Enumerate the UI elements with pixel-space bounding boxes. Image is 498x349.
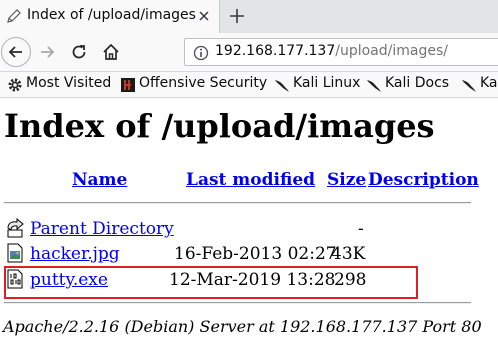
bookmark-label: Most Visited <box>26 75 112 91</box>
navigation-toolbar: 192.168.177.137/upload/images/ <box>0 33 498 72</box>
bookmark-label: Offensive Security <box>139 75 268 91</box>
page-content: Index of /upload/images Name Last modifi… <box>0 98 498 349</box>
gear-icon <box>8 78 22 92</box>
close-tab-icon[interactable] <box>196 8 212 24</box>
url-host: 192.168.177.137 <box>215 43 336 59</box>
divider <box>4 302 471 304</box>
url-bar[interactable]: 192.168.177.137/upload/images/ <box>184 38 498 66</box>
bookmarks-toolbar: Most Visited Offensive Security Kali Lin… <box>0 72 498 98</box>
pencil-icon <box>7 9 21 23</box>
back-arrow-icon <box>8 46 22 58</box>
image-file-icon <box>7 243 23 263</box>
file-link-hacker-jpg[interactable]: hacker.jpg <box>30 244 120 264</box>
column-header-name[interactable]: Name <box>72 170 127 190</box>
new-tab-icon[interactable] <box>228 7 246 25</box>
file-link-parent-directory[interactable]: Parent Directory <box>30 219 174 239</box>
column-header-description[interactable]: Description <box>368 170 479 190</box>
server-signature: Apache/2.2.16 (Debian) Server at 192.168… <box>3 317 482 336</box>
kali-dragon-icon <box>462 80 476 92</box>
tab-active[interactable]: Index of /upload/images <box>0 0 220 33</box>
tab-bar: Index of /upload/images <box>0 0 498 33</box>
back-folder-icon <box>7 218 24 238</box>
offensive-security-logo-icon <box>121 78 135 92</box>
back-button[interactable] <box>1 37 31 67</box>
url-text: 192.168.177.137/upload/images/ <box>215 43 448 59</box>
home-icon[interactable] <box>102 43 120 61</box>
column-header-last-modified[interactable]: Last modified <box>186 170 315 190</box>
page-title: Index of /upload/images <box>4 107 435 145</box>
tab-title: Index of /upload/images <box>27 7 196 23</box>
reload-icon[interactable] <box>70 43 88 61</box>
forward-arrow-icon[interactable] <box>38 43 56 61</box>
bookmark-label: Kali Linux <box>293 75 361 91</box>
info-icon[interactable] <box>193 45 209 61</box>
column-header-size[interactable]: Size <box>327 170 366 190</box>
bookmark-label: Ka <box>480 75 498 91</box>
url-path: /upload/images/ <box>335 43 448 59</box>
annotation-highlight-box <box>4 266 418 299</box>
kali-dragon-icon <box>275 80 289 92</box>
file-size: 43K <box>331 244 366 264</box>
file-last-modified: 16-Feb-2013 02:27 <box>174 244 337 264</box>
kali-dragon-icon <box>367 80 381 92</box>
bookmark-label: Kali Docs <box>385 75 450 91</box>
divider <box>4 202 471 204</box>
file-size: - <box>358 219 364 239</box>
